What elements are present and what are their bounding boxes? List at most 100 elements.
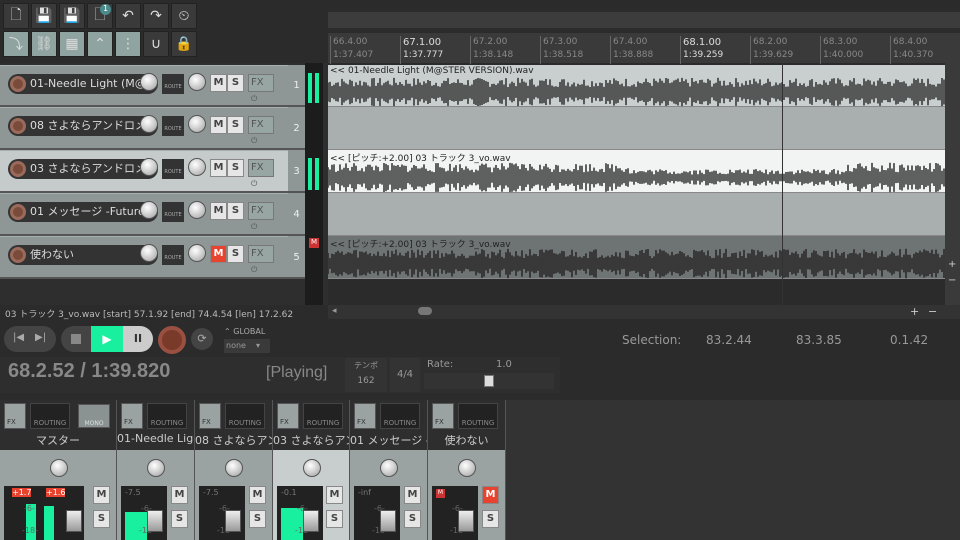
undo-icon[interactable]: ↶ [115,3,141,29]
pan-knob[interactable] [188,201,206,219]
media-item[interactable]: << [ピッチ:+2.00] 03 トラック 3_vo.wav [328,150,945,193]
play-button[interactable]: ▶ [91,326,123,352]
tempo-display[interactable]: テンポ 162 [345,358,387,392]
route-button[interactable]: ROUTE [162,245,184,265]
zoom-out-h-icon[interactable]: − [928,305,937,318]
mute-button[interactable]: M [404,486,421,504]
routing-button[interactable]: ROUTING [30,403,70,429]
item-grouping-icon[interactable]: ⛓ [31,31,57,57]
fx-button[interactable]: FX [199,403,221,429]
redo-icon[interactable]: ↷ [143,3,169,29]
routing-button[interactable]: ROUTING [458,403,498,429]
record-arm-button[interactable] [10,247,26,263]
selection-length[interactable]: 0.1.42 [890,333,928,347]
volume-fader[interactable] [303,510,319,532]
fx-button[interactable]: FX [121,403,143,429]
routing-button[interactable]: ROUTING [380,403,420,429]
routing-button[interactable]: ROUTING [225,403,265,429]
pan-knob[interactable] [147,459,165,477]
mute-button[interactable]: M [93,486,110,504]
selection-start[interactable]: 83.2.44 [706,333,752,347]
volume-fader[interactable] [147,510,163,532]
pan-knob[interactable] [188,244,206,262]
record-arm-button[interactable] [10,76,26,92]
solo-button[interactable]: S [227,245,244,263]
mute-button[interactable]: M [210,245,227,263]
track-header[interactable]: 03 さよならアンドロメダ ROUTE M S FX ⏻ [0,150,288,193]
mixer-strip[interactable]: FX ROUTING 01 メッセージ -Future -inf -6- -18… [350,400,428,540]
envelope-icon[interactable]: ⌃ [87,31,113,57]
track-name[interactable]: 03 さよならアンドロメダ [8,159,158,179]
pan-knob[interactable] [188,73,206,91]
new-project-icon[interactable]: 🗋 [3,3,29,29]
solo-button[interactable]: S [482,510,499,528]
save-project-icon[interactable]: 💾 [59,3,85,29]
mixer-strip[interactable]: FX ROUTING 使わない M -6- -18- M S [428,400,506,540]
solo-button[interactable]: S [171,510,188,528]
record-arm-button[interactable] [10,204,26,220]
fx-button[interactable]: FX [4,403,26,429]
mute-button[interactable]: M [210,116,227,134]
go-to-end-icon[interactable]: ▶| [35,332,46,343]
route-button[interactable]: ROUTE [162,116,184,136]
mute-button[interactable]: M [210,74,227,92]
fx-button[interactable]: FX ⏻ [248,74,274,103]
rate-slider[interactable] [424,373,554,389]
solo-button[interactable]: S [227,116,244,134]
record-button[interactable] [158,326,186,354]
volume-knob[interactable] [140,158,158,176]
position-display[interactable]: 68.2.52 / 1:39.820 [8,360,170,383]
track-lane[interactable] [328,107,945,150]
mixer-strip[interactable]: FX ROUTING 01-Needle Light -7.5 -6- -18-… [117,400,195,540]
pan-knob[interactable] [380,459,398,477]
horizontal-scrollbar[interactable]: ◂ + − [328,305,960,319]
stop-button[interactable] [71,334,81,344]
repeat-button[interactable]: ⟳ [191,328,213,350]
pan-knob[interactable] [225,459,243,477]
solo-button[interactable]: S [249,510,266,528]
volume-knob[interactable] [140,73,158,91]
solo-button[interactable]: S [93,510,110,528]
grid-lines-icon[interactable]: ⋮ [115,31,141,57]
pan-knob[interactable] [188,115,206,133]
track-name[interactable]: 01-Needle Light (M@STER VERSION) [8,74,158,94]
metronome-icon[interactable]: ⏲ [171,3,197,29]
vertical-scrollbar[interactable]: + − [945,63,960,305]
loop-icon[interactable]: ∪ [143,31,169,57]
volume-knob[interactable] [140,201,158,219]
solo-button[interactable]: S [227,74,244,92]
volume-fader[interactable] [458,510,474,532]
mixer-strip[interactable]: FX ROUTING 03 さよならアンドロメダ -0.1 -6- -18- M… [273,400,350,540]
solo-button[interactable]: S [404,510,421,528]
record-arm-button[interactable] [10,161,26,177]
track-header[interactable]: 使わない ROUTE M S FX ⏻ [0,236,288,279]
fx-button[interactable]: FX ⏻ [248,116,274,145]
volume-fader[interactable] [380,510,396,532]
record-arm-button[interactable] [10,118,26,134]
mute-button[interactable]: M [249,486,266,504]
mono-button[interactable]: MONO [78,404,110,428]
track-name[interactable]: 使わない [8,245,158,265]
track-header[interactable]: 01 メッセージ -Future Pi ROUTE M S FX ⏻ [0,193,288,236]
zoom-in-h-icon[interactable]: + [910,305,919,318]
pan-knob[interactable] [458,459,476,477]
mute-button[interactable]: M [210,159,227,177]
solo-button[interactable]: S [227,202,244,220]
track-lane[interactable]: << [ピッチ:+2.00] 03 トラック 3_vo.wav [328,150,945,193]
selection-end[interactable]: 83.3.85 [796,333,842,347]
pause-button[interactable]: II [123,326,153,352]
scroll-thumb[interactable] [418,307,432,315]
lock-icon[interactable]: 🔒 [171,31,197,57]
track-lane[interactable]: << 01-Needle Light (M@STER VERSION).wav [328,65,945,107]
fx-button[interactable]: FX ⏻ [248,159,274,188]
ripple-edit-icon[interactable]: ⤵ [3,31,29,57]
mute-button[interactable]: M [171,486,188,504]
solo-button[interactable]: S [326,510,343,528]
fx-button[interactable]: FX ⏻ [248,202,274,231]
mixer-strip[interactable]: FX ROUTING 08 さよならアンドロメダ -7.5 -6- -18- M… [195,400,273,540]
track-header[interactable]: 08 さよならアンドロメダ(オ ROUTE M S FX ⏻ [0,107,288,150]
track-name[interactable]: 01 メッセージ -Future Pi [8,202,158,222]
timeline-ruler[interactable]: 66.4.00 1:37.407 67.1.00 1:37.777 67.2.00 1:3… [328,33,960,64]
route-button[interactable]: ROUTE [162,74,184,94]
routing-button[interactable]: ROUTING [147,403,187,429]
